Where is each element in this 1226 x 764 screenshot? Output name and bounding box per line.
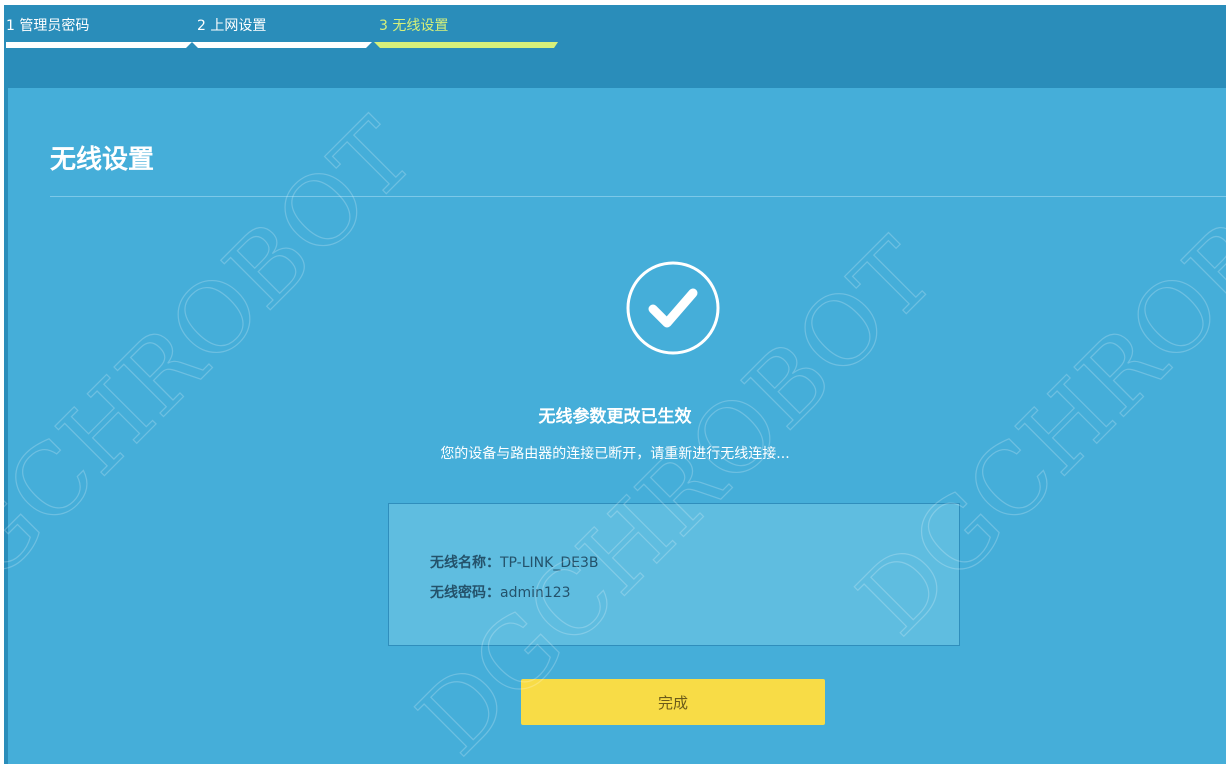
wireless-info-box: 无线名称：TP-LINK_DE3B 无线密码：admin123 xyxy=(388,503,960,646)
wizard-step-wireless-settings[interactable]: 3 无线设置 xyxy=(374,5,558,53)
step-progress-bar xyxy=(192,42,372,48)
wizard-step-internet-settings[interactable]: 2 上网设置 xyxy=(192,5,372,53)
checkmark-circle-icon xyxy=(626,261,720,355)
password-row: 无线密码：admin123 xyxy=(430,582,571,602)
step-label: 1 管理员密码 xyxy=(6,18,90,34)
ssid-row: 无线名称：TP-LINK_DE3B xyxy=(430,552,598,572)
ssid-label: 无线名称： xyxy=(430,555,500,571)
title-divider xyxy=(50,196,1226,197)
page-title: 无线设置 xyxy=(50,145,155,175)
ssid-value: TP-LINK_DE3B xyxy=(500,555,599,571)
wizard-step-admin-password[interactable]: 1 管理员密码 xyxy=(6,5,192,53)
step-label: 2 上网设置 xyxy=(197,18,267,34)
password-value: admin123 xyxy=(500,585,571,601)
step-label: 3 无线设置 xyxy=(379,18,449,34)
setup-wizard-page: 1 管理员密码 2 上网设置 3 无线设置 无线设置 无线参数更改已生效 您的设… xyxy=(4,5,1226,764)
success-message: 您的设备与路由器的连接已断开，请重新进行无线连接... xyxy=(440,446,790,462)
success-title: 无线参数更改已生效 xyxy=(538,407,692,427)
step-progress-bar xyxy=(6,42,192,48)
wizard-header: 1 管理员密码 2 上网设置 3 无线设置 xyxy=(4,5,1226,88)
finish-button[interactable]: 完成 xyxy=(521,679,825,725)
step-progress-bar-active xyxy=(374,42,558,48)
password-label: 无线密码： xyxy=(430,585,500,601)
